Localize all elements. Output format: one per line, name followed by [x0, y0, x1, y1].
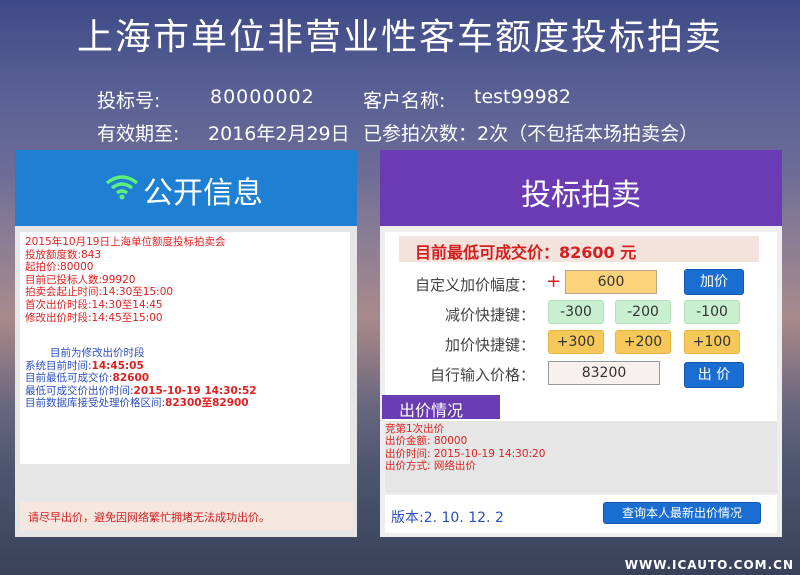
bid-no-label: 投标号: — [97, 90, 161, 112]
system-time: 14:45:05 — [91, 359, 144, 372]
bidding-header: 投标拍卖 — [380, 150, 782, 226]
public-info-header: 公开信息 — [15, 150, 357, 226]
lowest-price-text: 目前最低可成交价：82600 元 — [415, 243, 637, 262]
wifi-icon — [105, 175, 139, 200]
lowest-time: 2015-10-19 14:30:52 — [133, 384, 257, 397]
bidding-form: 目前最低可成交价：82600 元 自定义加价幅度： + 600 加价 减价快捷键… — [385, 232, 777, 422]
minus-200-button[interactable]: -200 — [615, 300, 671, 324]
phase-text: 目前为修改出价时段 — [50, 347, 145, 359]
price-range-label: 目前数据库接受处理价格区间: — [25, 397, 166, 410]
bidding-footer: 版本:2. 10. 12. 2 查询本人最新出价情况 — [385, 495, 777, 533]
plus-100-button[interactable]: +100 — [684, 330, 740, 354]
lowest-time-label: 最低可成交价出价时间: — [25, 384, 134, 397]
plus-200-button[interactable]: +200 — [615, 330, 671, 354]
plus-shortcut-label: 加价快捷键： — [444, 336, 535, 354]
public-info-title: 公开信息 — [143, 176, 263, 211]
custom-increase-label: 自定义加价幅度： — [414, 276, 535, 294]
info-line: 2015年10月19日上海单位额度投标拍卖会 — [25, 236, 226, 248]
info-line: 修改出价时段:14:45至15:00 — [25, 311, 163, 324]
system-time-line: 系统目前时间:14:45:05 — [25, 360, 144, 373]
notice-bar: 请尽早出价，避免因网络繁忙拥堵无法成功出价。 — [20, 502, 353, 530]
manual-price-input[interactable]: 83200 — [548, 361, 660, 385]
lowest-price: 82600 — [112, 372, 150, 385]
info-line: 投放额度数:843 — [25, 248, 102, 261]
manual-price-label: 自行输入价格： — [429, 366, 535, 384]
bid-status-log: 竞第1次出价 出价金额: 80000 出价时间: 2015-10-19 14:3… — [385, 421, 777, 493]
status-line: 竞第1次出价 — [385, 423, 445, 435]
bid-status-header: 出价情况 — [382, 395, 500, 420]
lowest-price-label: 目前最低可成交价: — [25, 372, 113, 385]
submit-bid-button[interactable]: 出 价 — [684, 362, 744, 388]
price-range-line: 目前数据库接受处理价格区间:82300至82900 — [25, 397, 249, 410]
auction-count: 已参拍次数：2次（不包括本场拍卖会） — [363, 123, 699, 145]
info-line: 起拍价:80000 — [25, 261, 94, 274]
status-line: 出价方式: 网络出价 — [385, 459, 476, 472]
lowest-time-line: 最低可成交价出价时间:2015-10-19 14:30:52 — [25, 385, 257, 398]
status-line: 出价金额: 80000 — [385, 435, 468, 448]
lowest-price-bar: 目前最低可成交价：82600 元 — [399, 236, 759, 262]
system-time-label: 系统目前时间: — [25, 359, 92, 372]
bidding-title: 投标拍卖 — [521, 178, 641, 213]
custom-increase-input[interactable]: 600 — [565, 270, 657, 294]
watermark: WWW.ICAUTO.COM.CN — [624, 558, 794, 572]
bid-status-title: 出价情况 — [399, 401, 464, 420]
minus-300-button[interactable]: -300 — [548, 300, 604, 324]
bidding-panel: 投标拍卖 目前最低可成交价：82600 元 自定义加价幅度： + 600 加价 … — [380, 150, 782, 537]
info-bar: 投标号: 80000002 客户名称: test99982 有效期至: 2016… — [0, 0, 800, 150]
minus-shortcut-label: 减价快捷键： — [444, 306, 535, 324]
valid-date: 2016年2月29日 — [208, 123, 350, 145]
public-info-panel: 公开信息 2015年10月19日上海单位额度投标拍卖会 投放额度数:843 起拍… — [15, 150, 357, 537]
query-latest-bid-button[interactable]: 查询本人最新出价情况 — [603, 502, 761, 524]
version-text: 版本:2. 10. 12. 2 — [391, 510, 504, 526]
valid-label: 有效期至: — [97, 123, 180, 145]
notice-text: 请尽早出价，避免因网络繁忙拥堵无法成功出价。 — [28, 511, 270, 524]
plus-300-button[interactable]: +300 — [548, 330, 604, 354]
price-range: 82300至82900 — [165, 397, 249, 410]
minus-100-button[interactable]: -100 — [684, 300, 740, 324]
info-line: 首次出价时段:14:30至14:45 — [25, 299, 163, 311]
add-price-button[interactable]: 加价 — [684, 269, 744, 295]
public-info-body: 2015年10月19日上海单位额度投标拍卖会 投放额度数:843 起拍价:800… — [20, 232, 350, 464]
bid-no-value: 80000002 — [210, 86, 315, 108]
client-label: 客户名称: — [363, 90, 446, 112]
lowest-price-line: 目前最低可成交价:82600 — [25, 372, 149, 385]
status-line: 出价时间: 2015-10-19 14:30:20 — [385, 447, 546, 460]
client-value: test99982 — [474, 86, 571, 108]
plus-sign: + — [546, 271, 562, 292]
info-line: 目前已投标人数:99920 — [25, 273, 136, 286]
info-line: 拍卖会起止时间:14:30至15:00 — [25, 286, 174, 299]
